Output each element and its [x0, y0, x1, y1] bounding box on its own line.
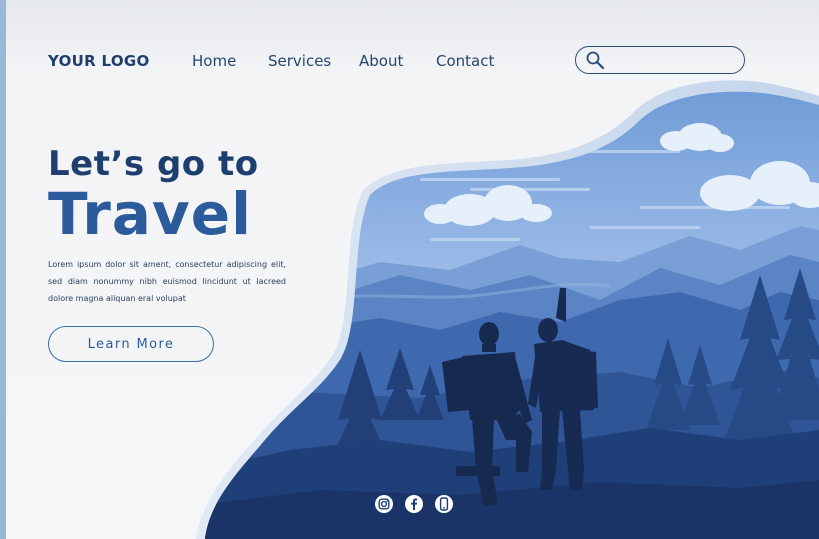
search-icon[interactable] [585, 50, 605, 70]
brand-logo[interactable]: YOUR LOGO [48, 52, 150, 70]
top-navigation: YOUR LOGO Home Services About Contact [0, 44, 819, 78]
learn-more-button[interactable]: Learn More [48, 326, 214, 362]
instagram-icon[interactable] [374, 494, 394, 514]
facebook-icon[interactable] [404, 494, 424, 514]
hero-heading-line2: Travel [48, 180, 252, 248]
landing-page: YOUR LOGO Home Services About Contact Le… [0, 0, 819, 539]
nav-link-about[interactable]: About [359, 52, 403, 70]
hero-description: Lorem ipsum dolor sit ament, consectetur… [48, 260, 286, 303]
hero-heading-line1: Let’s go to [48, 144, 259, 184]
search-bar[interactable] [575, 46, 745, 74]
nav-link-home[interactable]: Home [192, 52, 236, 70]
search-input[interactable] [610, 50, 738, 72]
social-links [374, 494, 454, 514]
phone-icon[interactable] [434, 494, 454, 514]
nav-link-services[interactable]: Services [268, 52, 331, 70]
nav-link-contact[interactable]: Contact [436, 52, 494, 70]
